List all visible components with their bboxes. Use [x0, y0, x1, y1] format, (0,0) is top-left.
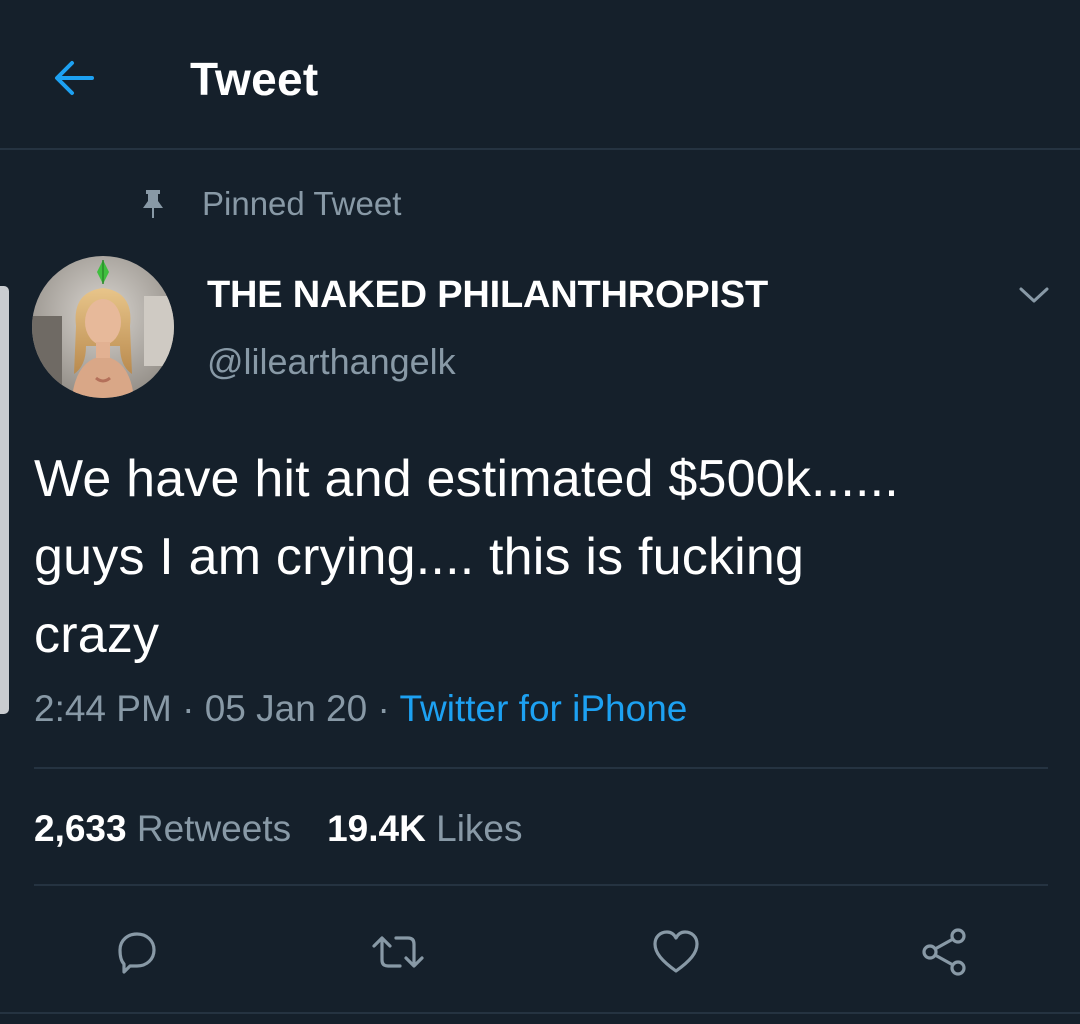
author-display-name[interactable]: THE NAKED PHILANTHROPIST	[207, 274, 768, 317]
meta-separator: ·	[367, 688, 400, 729]
avatar[interactable]	[32, 256, 174, 398]
like-icon	[653, 930, 699, 973]
divider	[0, 1012, 1080, 1014]
retweets-count: 2,633	[34, 808, 127, 849]
tweet-text-line: We have hit and estimated $500k......	[34, 450, 899, 508]
tweet-time: 2:44 PM	[34, 688, 172, 729]
tweet-metadata: 2:44 PM · 05 Jan 20 · Twitter for iPhone	[34, 688, 687, 732]
scroll-indicator	[0, 286, 9, 714]
likes-label: Likes	[436, 808, 523, 849]
author-handle[interactable]: @lilearthangelk	[207, 341, 456, 383]
tweet-text-line: guys I am crying.... this is fucking	[34, 528, 805, 586]
pinned-label: Pinned Tweet	[202, 185, 402, 222]
share-icon	[922, 928, 966, 976]
like-button[interactable]	[646, 922, 706, 982]
tweet-detail-screen: Tweet Pinned Tweet THE NAKED PHILANTHROP…	[0, 0, 1080, 1024]
page-title: Tweet	[190, 53, 319, 105]
engagement-stats: 2,633 Retweets 19.4K Likes	[34, 808, 559, 852]
divider	[34, 884, 1048, 886]
reply-icon	[118, 932, 156, 974]
tweet-date: 05 Jan 20	[204, 688, 368, 729]
divider	[34, 767, 1048, 769]
retweets-label: Retweets	[136, 808, 292, 849]
reply-button[interactable]	[106, 922, 166, 982]
share-button[interactable]	[914, 922, 974, 982]
retweets-stat[interactable]: 2,633 Retweets	[34, 808, 291, 852]
meta-separator: ·	[171, 688, 205, 729]
arrow-left-icon	[55, 61, 94, 95]
retweet-button[interactable]	[368, 922, 428, 982]
chevron-down-icon	[1019, 287, 1049, 303]
likes-stat[interactable]: 19.4K Likes	[327, 808, 522, 852]
tweet-text: We have hit and estimated $500k...... gu…	[34, 440, 1054, 674]
tweet-source-link[interactable]: Twitter for iPhone	[399, 688, 687, 729]
back-button[interactable]	[44, 48, 104, 108]
top-app-bar: Tweet	[0, 0, 1080, 150]
likes-count: 19.4K	[327, 808, 426, 849]
tweet-text-line: crazy	[34, 606, 160, 664]
pinned-tweet-indicator: Pinned Tweet	[140, 182, 401, 226]
retweet-icon	[372, 936, 424, 968]
more-options-button[interactable]	[1014, 280, 1054, 310]
pin-icon	[140, 189, 166, 219]
